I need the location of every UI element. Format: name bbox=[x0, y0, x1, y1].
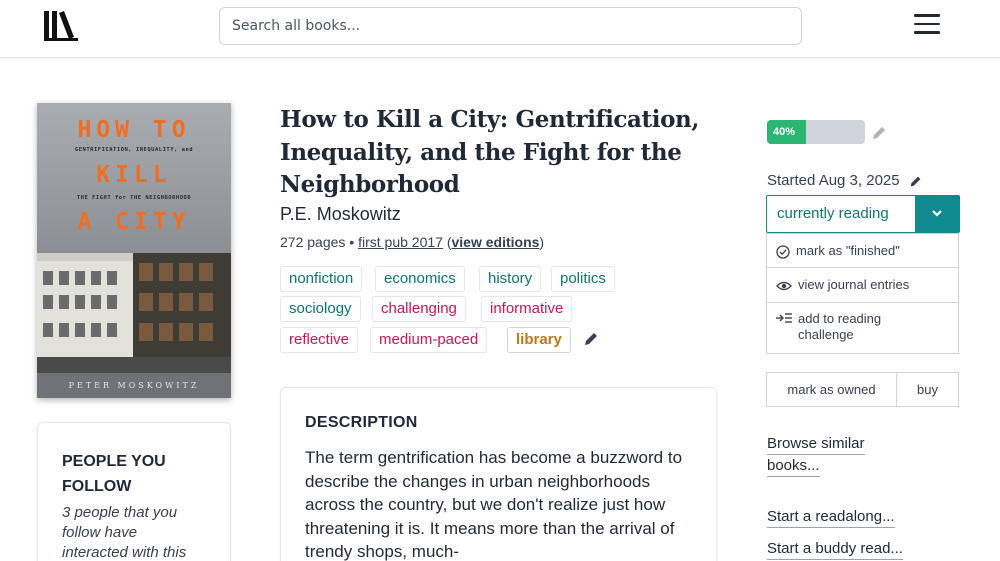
tag-sociology[interactable]: sociology bbox=[280, 296, 361, 322]
people-you-follow-text: 3 people that you follow have interacted… bbox=[62, 504, 187, 561]
tag-informative[interactable]: informative bbox=[481, 296, 573, 322]
check-circle-icon bbox=[776, 244, 790, 259]
view-journal-option[interactable]: view journal entries bbox=[766, 268, 959, 303]
cover-subtitle-line-2: THE FIGHT for THE NEIGHBORHOOD bbox=[76, 195, 192, 201]
tag-history[interactable]: history bbox=[479, 266, 542, 292]
mark-finished-label: mark as "finished" bbox=[796, 243, 900, 258]
book-title: How to Kill a City: Gentrification, Ineq… bbox=[280, 106, 699, 198]
view-editions-link[interactable]: view editions bbox=[452, 234, 540, 250]
cover-author-name: PETER MOSKOWITZ bbox=[37, 373, 231, 398]
close-paren: ) bbox=[539, 234, 545, 250]
start-buddy-read-link[interactable]: Start a buddy read... bbox=[767, 540, 903, 560]
description-card: DESCRIPTION The term gentrification has … bbox=[280, 387, 717, 561]
search-input[interactable] bbox=[219, 7, 802, 45]
library-books-logo-icon[interactable] bbox=[44, 11, 78, 41]
browse-similar-link[interactable]: Browse similar books... bbox=[767, 435, 865, 477]
eye-icon bbox=[776, 281, 792, 290]
mark-as-owned-button[interactable]: mark as owned bbox=[766, 372, 896, 407]
add-to-challenge-option[interactable]: add to reading challenge bbox=[766, 303, 959, 354]
reading-progress-fill: 40% bbox=[767, 120, 807, 144]
chevron-down-icon bbox=[932, 210, 942, 217]
mark-finished-option[interactable]: mark as "finished" bbox=[766, 233, 959, 268]
tag-library[interactable]: library bbox=[507, 327, 571, 353]
edit-progress-pencil-icon[interactable] bbox=[871, 125, 887, 141]
reading-status-select[interactable]: currently reading bbox=[766, 195, 960, 233]
book-cover-image: HOW TO GENTRIFICATION, INEQUALITY, and K… bbox=[37, 103, 231, 398]
meta-separator: • bbox=[349, 234, 355, 250]
status-dropdown-toggle[interactable] bbox=[915, 196, 959, 232]
cover-title-line-2: KILL bbox=[96, 162, 172, 188]
edit-tags-pencil-icon[interactable] bbox=[583, 331, 599, 347]
tag-medium-paced[interactable]: medium-paced bbox=[370, 327, 488, 353]
first-pub-link[interactable]: first pub 2017 bbox=[358, 234, 443, 250]
cover-title-line-1: HOW TO bbox=[77, 117, 191, 143]
cover-title-line-3: A CITY bbox=[77, 209, 191, 235]
description-text: The term gentrification has become a buz… bbox=[305, 448, 683, 561]
page-count: 272 pages bbox=[280, 234, 346, 250]
description-heading: DESCRIPTION bbox=[305, 414, 418, 431]
book-author-link[interactable]: P.E. Moskowitz bbox=[280, 204, 401, 225]
tag-reflective[interactable]: reflective bbox=[280, 327, 359, 353]
cover-building-illustration bbox=[37, 253, 231, 373]
started-date-label: Started Aug 3, 2025 bbox=[767, 172, 900, 189]
reading-progress-bar[interactable]: 40% bbox=[767, 120, 865, 144]
browse-similar-line-1: Browse similar bbox=[767, 435, 865, 455]
edit-started-date-pencil-icon[interactable] bbox=[909, 175, 922, 188]
top-nav-bar bbox=[0, 0, 1000, 58]
cover-subtitle-line-1: GENTRIFICATION, INEQUALITY, and bbox=[74, 147, 194, 153]
reading-status-label: currently reading bbox=[777, 205, 889, 222]
people-you-follow-heading: PEOPLE YOU FOLLOW bbox=[62, 453, 166, 495]
hamburger-menu-icon[interactable] bbox=[914, 14, 940, 36]
people-you-follow-card: PEOPLE YOU FOLLOW 3 people that you foll… bbox=[37, 422, 231, 561]
add-to-challenge-label: add to reading challenge bbox=[798, 311, 882, 342]
tag-politics[interactable]: politics bbox=[551, 266, 615, 292]
start-readalong-link[interactable]: Start a readalong... bbox=[767, 508, 895, 528]
view-journal-label: view journal entries bbox=[798, 277, 910, 292]
buy-button[interactable]: buy bbox=[896, 372, 959, 407]
book-meta: 272 pages • first pub 2017 (view edition… bbox=[280, 234, 544, 250]
tag-challenging[interactable]: challenging bbox=[372, 296, 466, 322]
tag-nonfiction[interactable]: nonfiction bbox=[280, 266, 363, 292]
tag-economics[interactable]: economics bbox=[375, 266, 465, 292]
browse-similar-line-2: books... bbox=[767, 457, 820, 477]
add-to-list-icon bbox=[776, 313, 792, 323]
